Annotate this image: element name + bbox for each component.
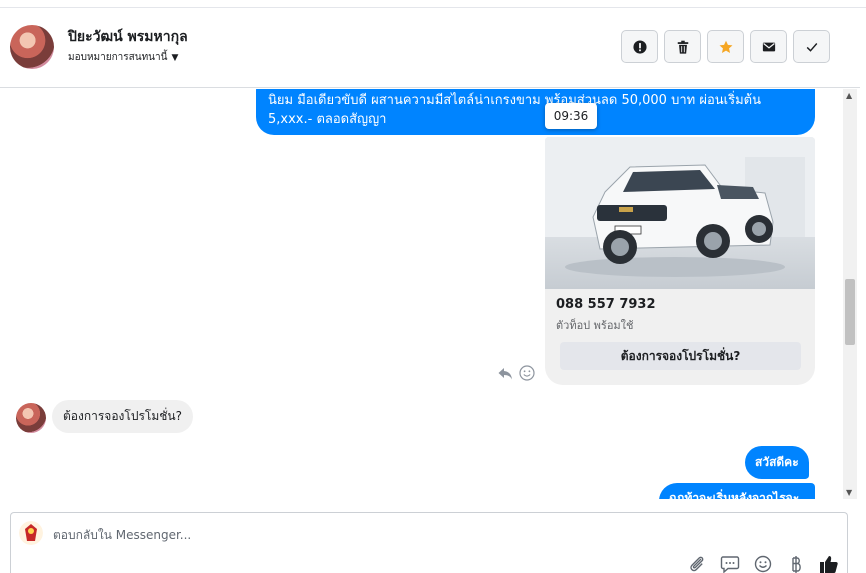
card-title: 088 557 7932 — [556, 297, 656, 312]
reply-icon[interactable] — [497, 365, 513, 381]
emoji-reaction-icon[interactable] — [519, 365, 535, 381]
assign-conversation-dropdown[interactable]: มอบหมายการสนทนานี้ ▼ — [68, 50, 178, 65]
incoming-message-bubble[interactable]: ต้องการจองโปรโมชั่น? — [52, 400, 193, 433]
contact-name[interactable]: ปิยะวัฒน์ พรมหากุล — [68, 26, 188, 48]
reply-input[interactable] — [53, 525, 653, 545]
car-image — [545, 137, 815, 289]
check-icon — [806, 42, 817, 52]
page-avatar — [19, 521, 43, 545]
scroll-up-arrow-icon[interactable]: ▲ — [846, 91, 852, 100]
outgoing-message-bubble[interactable]: สวัสดีคะ — [745, 446, 809, 479]
composer-toolbar — [687, 555, 839, 573]
attach-button[interactable] — [687, 555, 707, 573]
outgoing-message-bubble[interactable]: นิยม มือเดียวขับดี ผสานความมีสไตล์น่าเกร… — [256, 89, 815, 135]
thread-scrollbar[interactable]: ▲ ▼ — [843, 89, 857, 499]
trash-icon — [677, 40, 688, 54]
reply-composer — [10, 512, 848, 573]
contact-avatar-small — [16, 403, 46, 433]
caret-down-icon: ▼ — [171, 52, 179, 63]
like-button[interactable] — [819, 555, 839, 573]
baht-icon — [792, 556, 801, 573]
mark-unread-button[interactable] — [750, 30, 787, 63]
alert-icon — [632, 39, 647, 54]
template-card[interactable]: 088 557 7932 ตัวท็อป พร้อมใช้ ต้องการจอง… — [545, 137, 815, 385]
message-text-line: 5,xxx.- ตลอดสัญญา — [268, 112, 387, 127]
conversation-header: ปิยะวัฒน์ พรมหากุล มอบหมายการสนทนานี้ ▼ — [0, 8, 860, 88]
star-button[interactable] — [707, 30, 744, 63]
card-action-button[interactable]: ต้องการจองโปรโมชั่น? — [560, 342, 801, 370]
message-text-line: นิยม มือเดียวขับดี ผสานความมีสไตล์น่าเกร… — [268, 93, 761, 108]
card-subtitle: ตัวท็อป พร้อมใช้ — [556, 319, 634, 332]
assign-label: มอบหมายการสนทนานี้ — [68, 52, 168, 63]
scroll-down-arrow-icon[interactable]: ▼ — [846, 488, 852, 497]
delete-button[interactable] — [664, 30, 701, 63]
smiley-icon — [754, 555, 772, 573]
timestamp-tooltip: 09:36 — [545, 103, 597, 129]
star-icon — [719, 40, 732, 53]
mark-spam-button[interactable] — [621, 30, 658, 63]
envelope-icon — [762, 42, 775, 51]
saved-replies-button[interactable] — [720, 555, 740, 573]
mark-done-button[interactable] — [793, 30, 830, 63]
message-thread[interactable]: นิยม มือเดียวขับดี ผสานความมีสไตล์น่าเกร… — [0, 89, 845, 499]
emoji-button[interactable] — [753, 555, 773, 573]
thumbs-up-icon — [820, 556, 838, 573]
window-top-strip — [0, 0, 866, 8]
chat-bubble-icon — [720, 556, 740, 573]
outgoing-message-bubble[interactable]: ฉกท้าจะเริ่มหลังจากไรจะ — [659, 483, 815, 499]
payment-button[interactable] — [786, 555, 806, 573]
contact-avatar[interactable] — [10, 25, 54, 69]
paperclip-icon — [690, 556, 704, 572]
scroll-thumb[interactable] — [845, 279, 855, 345]
